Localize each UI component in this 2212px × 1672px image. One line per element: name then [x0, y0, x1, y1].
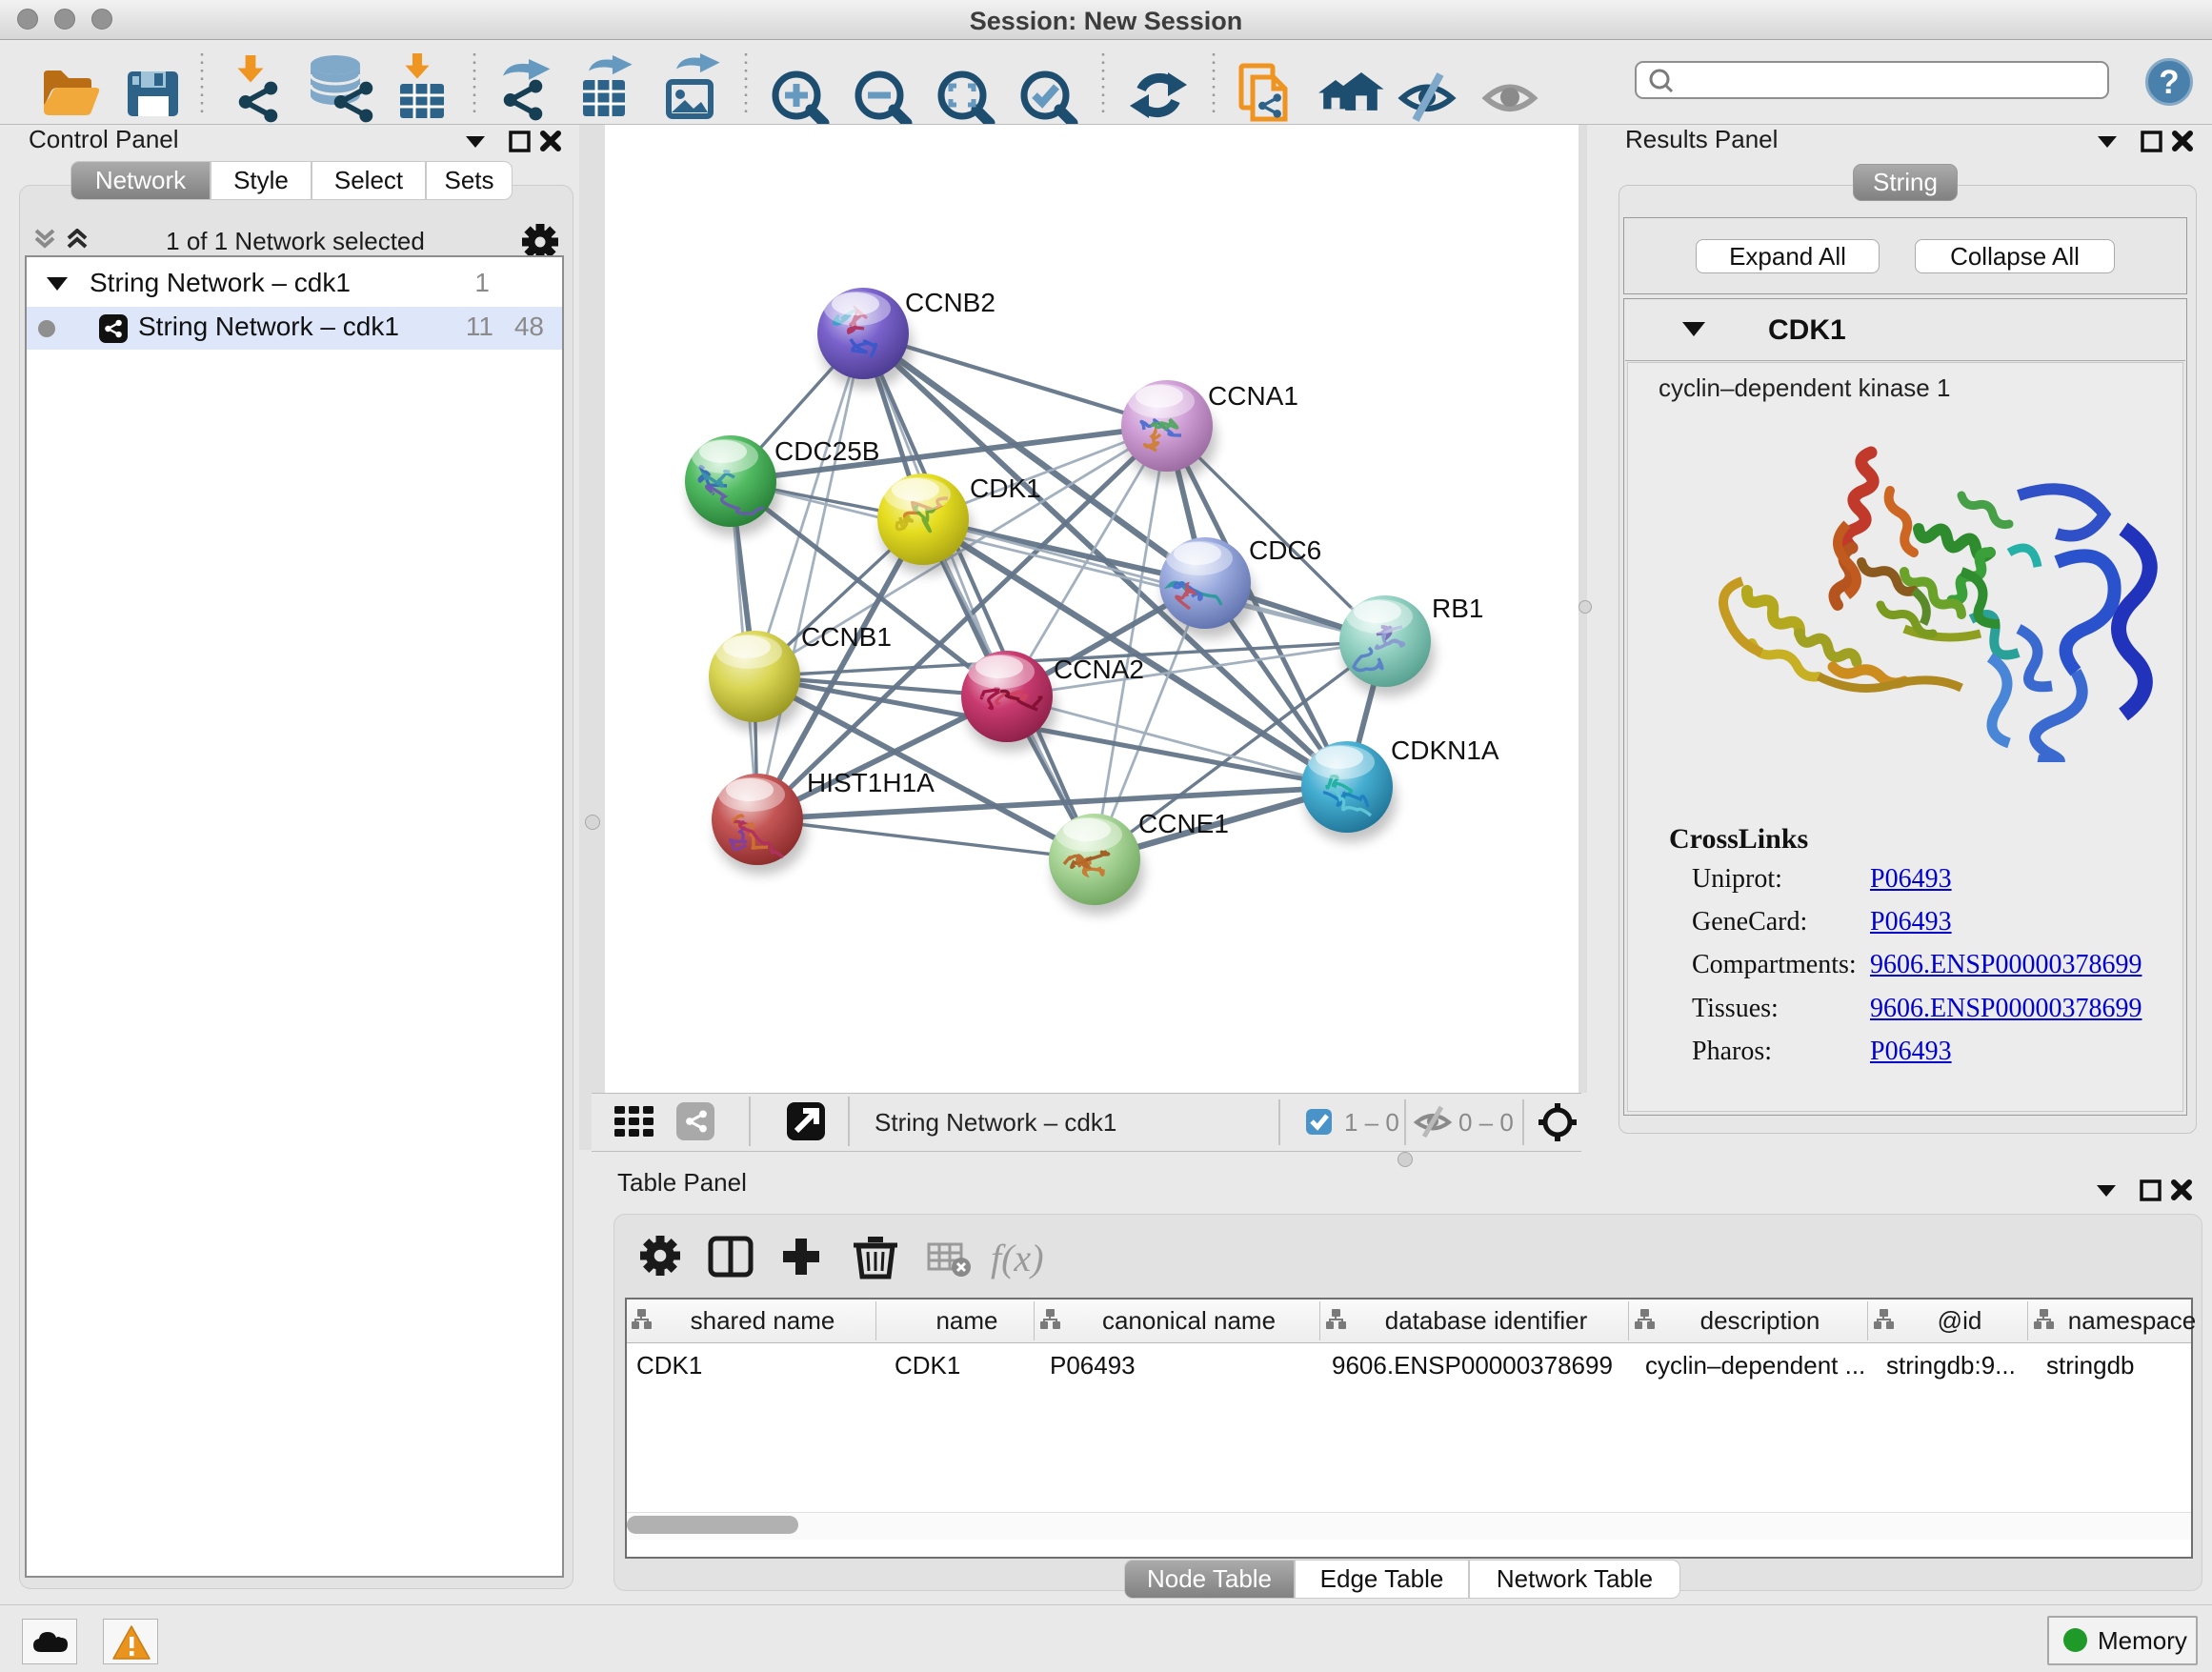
svg-text:0 – 0: 0 – 0 [1458, 1108, 1514, 1137]
svg-text:CDC6: CDC6 [1249, 535, 1321, 565]
svg-text:f(x): f(x) [991, 1237, 1044, 1279]
svg-text:CDKN1A: CDKN1A [1391, 735, 1499, 765]
svg-text:CCNA2: CCNA2 [1054, 655, 1144, 684]
svg-text:CCNB1: CCNB1 [801, 622, 892, 652]
svg-text:CCNB2: CCNB2 [905, 288, 995, 317]
svg-text:CCNA1: CCNA1 [1208, 381, 1298, 411]
svg-text:CDC25B: CDC25B [774, 436, 879, 466]
svg-text:CCNE1: CCNE1 [1138, 809, 1229, 838]
svg-text:CDK1: CDK1 [970, 473, 1041, 503]
svg-text:1 – 0: 1 – 0 [1344, 1108, 1399, 1137]
svg-text:HIST1H1A: HIST1H1A [807, 768, 935, 797]
svg-text:RB1: RB1 [1432, 594, 1483, 623]
